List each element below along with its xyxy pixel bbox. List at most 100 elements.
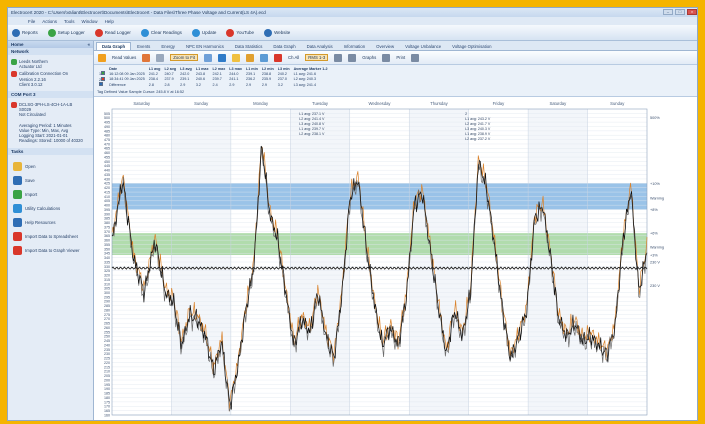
read-logger-icon bbox=[94, 28, 103, 37]
network-item[interactable]: Leeds Northern Actuator Ltd bbox=[11, 59, 90, 69]
read-logger-button[interactable]: Read Logger bbox=[94, 28, 131, 37]
save-icon bbox=[13, 175, 22, 185]
tab-events[interactable]: Events bbox=[132, 43, 155, 50]
menu-window[interactable]: Window bbox=[82, 19, 98, 24]
tab-voltage-optimisation[interactable]: Voltage Optimisation bbox=[447, 43, 496, 50]
task-label: Save bbox=[25, 177, 35, 183]
clear-readings-button[interactable]: Clear Readings bbox=[140, 28, 182, 37]
network-item[interactable]: Calibration Connection On Version 2.2.16 C… bbox=[11, 71, 90, 87]
toolbar-label: Update bbox=[201, 30, 217, 35]
com-port-label: COM Port 3 bbox=[11, 92, 36, 98]
network-item-line: Calibration Connection On bbox=[19, 71, 69, 77]
zoom-out-icon[interactable] bbox=[218, 53, 227, 62]
pan-icon[interactable] bbox=[156, 53, 165, 62]
toolbar-label: Reports bbox=[22, 30, 38, 35]
folder-open-icon bbox=[13, 161, 22, 171]
table-row[interactable]: 1 16:12:08 09 Jan 2025 241.2 240.7 242.0 243.… bbox=[97, 71, 330, 76]
collapse-icon[interactable]: « bbox=[87, 41, 90, 48]
band-label: 230 V bbox=[650, 284, 660, 288]
task-help-resources[interactable]: Help Resources bbox=[13, 217, 90, 227]
website-icon bbox=[264, 28, 273, 37]
task-list: Open Save Import Utility Calculations Help R… bbox=[8, 155, 93, 262]
phases-select[interactable]: RMS 1-3 bbox=[305, 54, 329, 61]
menu-tools[interactable]: Tools bbox=[64, 19, 75, 24]
voltage-chart[interactable]: Saturday Sunday Monday Tuesday Wednesday Thur… bbox=[94, 97, 698, 421]
cursor-icon[interactable] bbox=[98, 53, 106, 62]
table-row[interactable]: Difference 2.8 2.8 2.9 3.2 2.4 2.9 2.9 2.9 3.2 L3 … bbox=[97, 82, 330, 87]
tab-information[interactable]: Information bbox=[339, 43, 371, 50]
setup-logger-button[interactable]: Setup Logger bbox=[47, 28, 85, 37]
device-item[interactable]: DCLSG-3PH-LS-4CH-1A-LB S0029 Not Circulate… bbox=[11, 102, 90, 144]
help-icon bbox=[13, 217, 22, 227]
close-icon[interactable]: × bbox=[687, 9, 697, 15]
logger-icon bbox=[11, 102, 17, 109]
marker-annotation: L2 avg: 241.4 V bbox=[299, 117, 325, 121]
reports-button[interactable]: Reports bbox=[12, 28, 38, 37]
task-import-data-to-spreadsheet[interactable]: Import Data to Spreadsheet bbox=[13, 231, 90, 241]
day-label: Friday bbox=[493, 101, 506, 106]
task-import-data-to-graph-viewer[interactable]: Import Data to Graph Viewer bbox=[13, 245, 90, 255]
day-label: Saturday bbox=[133, 101, 151, 106]
bar-chart-icon[interactable] bbox=[274, 53, 283, 62]
menu-bar: File Actions Tools Window Help bbox=[8, 17, 697, 25]
highlight-icon[interactable] bbox=[246, 53, 255, 62]
column-header: L2 avg bbox=[164, 67, 177, 71]
print-button[interactable]: Print bbox=[396, 55, 405, 60]
pencil-icon[interactable] bbox=[142, 53, 151, 62]
column-header: L1 avg bbox=[148, 67, 161, 71]
printer-icon[interactable] bbox=[411, 53, 420, 62]
zoom-to-fit-button[interactable]: Zoom to Fit bbox=[170, 54, 199, 61]
read-values-button[interactable]: Read Values bbox=[112, 55, 136, 60]
band-label: Warning bbox=[650, 246, 664, 250]
website-button[interactable]: Website bbox=[264, 28, 290, 37]
menu-actions[interactable]: Actions bbox=[42, 19, 57, 24]
task-save[interactable]: Save bbox=[13, 175, 90, 185]
tab-data-statistics[interactable]: Data Statistics bbox=[230, 43, 267, 50]
table-cell: 2.9 bbox=[229, 82, 235, 87]
network-section-header[interactable]: Network bbox=[8, 48, 93, 55]
line-chart-icon[interactable] bbox=[260, 53, 269, 62]
zoom-in-icon[interactable] bbox=[204, 53, 213, 62]
toolbar-label: YouTube bbox=[236, 30, 255, 35]
task-utility-calculations[interactable]: Utility Calculations bbox=[13, 203, 90, 213]
column-header: L2 max bbox=[212, 67, 226, 71]
table-cell: 2.8 bbox=[148, 82, 154, 87]
tab-energy[interactable]: Energy bbox=[156, 43, 180, 50]
tab-data-graph[interactable]: Data Graph bbox=[96, 42, 132, 50]
task-import[interactable]: Import bbox=[13, 189, 90, 199]
day-label: Monday bbox=[253, 101, 269, 106]
marker-swatch bbox=[101, 76, 106, 81]
day-label: Sunday bbox=[194, 101, 209, 106]
marker-icon[interactable] bbox=[232, 53, 241, 62]
reports-icon bbox=[12, 28, 20, 37]
marker-annotation: L1 avg: 237.1 V bbox=[299, 112, 325, 116]
layout-icon[interactable] bbox=[382, 53, 391, 62]
tab-data-analysis[interactable]: Data Analysis bbox=[302, 43, 338, 50]
filter-icon[interactable] bbox=[348, 53, 357, 62]
com-port-header[interactable]: COM Port 3 bbox=[8, 91, 93, 99]
minimize-icon[interactable]: – bbox=[663, 9, 673, 15]
table-cell: 2.9 bbox=[180, 82, 186, 87]
column-header: L3 avg bbox=[180, 67, 192, 71]
settings-icon[interactable] bbox=[334, 53, 343, 62]
band-label: +3% bbox=[650, 254, 658, 258]
band-label: +6% bbox=[650, 232, 658, 236]
table-cell: Difference bbox=[109, 82, 126, 87]
task-open[interactable]: Open bbox=[13, 161, 90, 171]
tab-overview[interactable]: Overview bbox=[371, 43, 399, 50]
tab-npc-en-harmonics[interactable]: NPC EN Harmonics bbox=[181, 43, 229, 50]
graphs-button[interactable]: Graphs bbox=[362, 55, 376, 60]
menu-file[interactable]: File bbox=[28, 19, 35, 24]
tab-data-graph[interactable]: Data Graph bbox=[268, 43, 300, 50]
menu-help[interactable]: Help bbox=[105, 19, 114, 24]
maximize-icon[interactable]: □ bbox=[675, 9, 685, 15]
task-label: Import bbox=[25, 191, 38, 197]
youtube-button[interactable]: YouTube bbox=[226, 28, 255, 37]
tab-voltage-unbalance[interactable]: Voltage Unbalance bbox=[400, 43, 446, 50]
channel-select[interactable]: Ch All bbox=[288, 55, 299, 60]
task-label: Open bbox=[25, 163, 36, 169]
band-label: 500% bbox=[650, 116, 660, 120]
tasks-header[interactable]: Tasks bbox=[8, 147, 93, 155]
table-row[interactable]: 2 18:34:41 09 Jan 2025 238.4 237.9 239.1 240.… bbox=[97, 76, 330, 82]
update-button[interactable]: Update bbox=[191, 28, 217, 37]
